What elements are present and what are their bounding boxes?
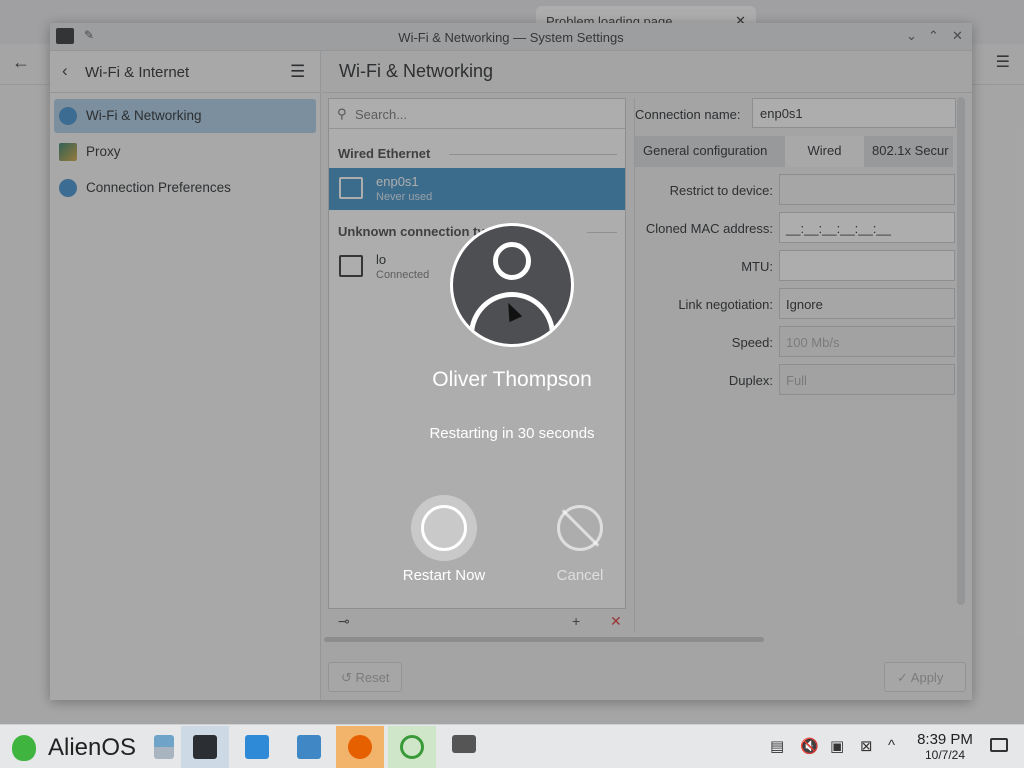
cancel-icon bbox=[547, 495, 613, 561]
restart-icon bbox=[411, 495, 477, 561]
taskbar: AlienOS ▤ 🔇 ▣ ⊠ ^ 8:39 PM 10/7/24 bbox=[0, 724, 1024, 768]
avatar bbox=[450, 223, 574, 347]
chevron-up-icon[interactable]: ^ bbox=[888, 737, 895, 754]
software-center-taskbar-icon[interactable] bbox=[233, 726, 281, 768]
monitor-taskbar-icon[interactable] bbox=[440, 726, 488, 768]
user-head-icon bbox=[493, 242, 531, 280]
restart-now-button[interactable]: Restart Now bbox=[389, 495, 499, 584]
clipboard-icon[interactable]: ▤ bbox=[770, 737, 784, 755]
network-disconnected-icon[interactable]: ⊠ bbox=[860, 737, 873, 755]
alien-logo-icon[interactable] bbox=[12, 735, 36, 761]
qownnotes-taskbar-icon[interactable] bbox=[388, 726, 436, 768]
restart-countdown: Restarting in 30 seconds bbox=[429, 425, 595, 442]
cancel-label: Cancel bbox=[556, 567, 604, 584]
storage-icon[interactable]: ▣ bbox=[830, 737, 844, 755]
file-manager-taskbar-icon[interactable] bbox=[285, 726, 333, 768]
dim-overlay bbox=[0, 0, 1024, 724]
system-settings-taskbar-icon[interactable] bbox=[181, 726, 229, 768]
show-desktop-icon[interactable] bbox=[990, 738, 1008, 752]
os-name: AlienOS bbox=[48, 734, 137, 761]
clock-date: 10/7/24 bbox=[924, 748, 966, 762]
firefox-taskbar-icon[interactable] bbox=[336, 726, 384, 768]
clock-time: 8:39 PM bbox=[917, 731, 973, 748]
restart-now-label: Restart Now bbox=[402, 567, 486, 584]
user-name: Oliver Thompson bbox=[432, 368, 592, 391]
pager-widget[interactable] bbox=[152, 726, 176, 768]
clock[interactable]: 8:39 PM 10/7/24 bbox=[910, 731, 980, 762]
volume-muted-icon[interactable]: 🔇 bbox=[800, 737, 819, 755]
cancel-button[interactable]: Cancel bbox=[525, 495, 635, 584]
